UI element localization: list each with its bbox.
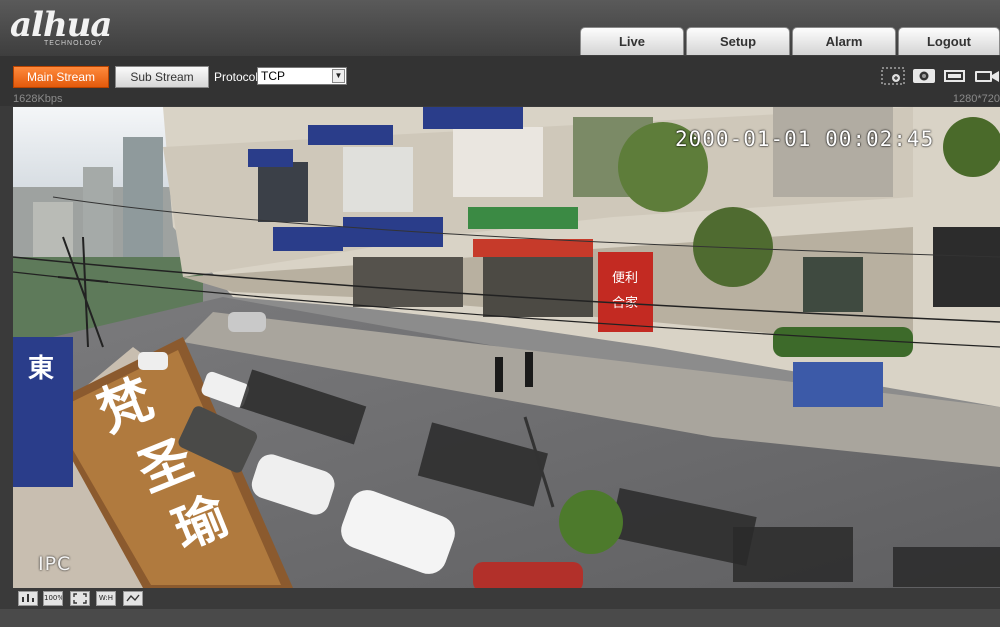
video-frame-image: 便利 合家 梵 圣 瑜 東: [13, 107, 1000, 588]
width-height-ratio-icon[interactable]: W:H: [96, 591, 116, 606]
live-toolbar: Main Stream Sub Stream Protocol TCP ▼ 16…: [0, 56, 1000, 106]
digital-zoom-icon[interactable]: [881, 67, 905, 85]
live-video-view[interactable]: 便利 合家 梵 圣 瑜 東 2000-01-01 00:02:45 IPC: [13, 107, 1000, 588]
record-icon[interactable]: [974, 67, 1000, 85]
osd-channel-name: IPC: [38, 553, 72, 575]
tab-logout[interactable]: Logout: [898, 27, 1000, 55]
header: alhua TECHNOLOGY Live Setup Alarm Logout: [0, 0, 1000, 56]
chevron-down-icon[interactable]: ▼: [332, 69, 345, 83]
fullscreen-icon[interactable]: [70, 591, 90, 606]
triple-snapshot-icon[interactable]: [943, 67, 967, 85]
bitrate-readout: 1628Kbps: [13, 93, 63, 105]
smooth-playback-icon[interactable]: [123, 591, 143, 606]
svg-text:東: 東: [28, 354, 54, 384]
original-size-icon[interactable]: 100%: [43, 591, 63, 606]
protocol-select[interactable]: TCP ▼: [257, 67, 347, 85]
snapshot-icon[interactable]: [912, 67, 936, 85]
video-bottom-toolbar: 100% W:H: [0, 588, 1000, 609]
osd-timestamp: 2000-01-01 00:02:45: [675, 127, 935, 151]
protocol-select-value: TCP: [261, 69, 285, 83]
footer-bar: [0, 609, 1000, 627]
brand-logo: alhua: [10, 5, 112, 45]
brand-logo-subtitle: TECHNOLOGY: [44, 40, 104, 47]
sub-stream-button[interactable]: Sub Stream: [115, 66, 209, 88]
resolution-readout: 1280*720: [952, 93, 1000, 105]
tab-alarm[interactable]: Alarm: [792, 27, 896, 55]
svg-text:便利: 便利: [612, 271, 638, 286]
protocol-label: Protocol: [214, 70, 259, 84]
tab-live[interactable]: Live: [580, 27, 684, 55]
image-adjust-icon[interactable]: [18, 591, 38, 606]
main-stream-button[interactable]: Main Stream: [13, 66, 109, 88]
tab-setup[interactable]: Setup: [686, 27, 790, 55]
